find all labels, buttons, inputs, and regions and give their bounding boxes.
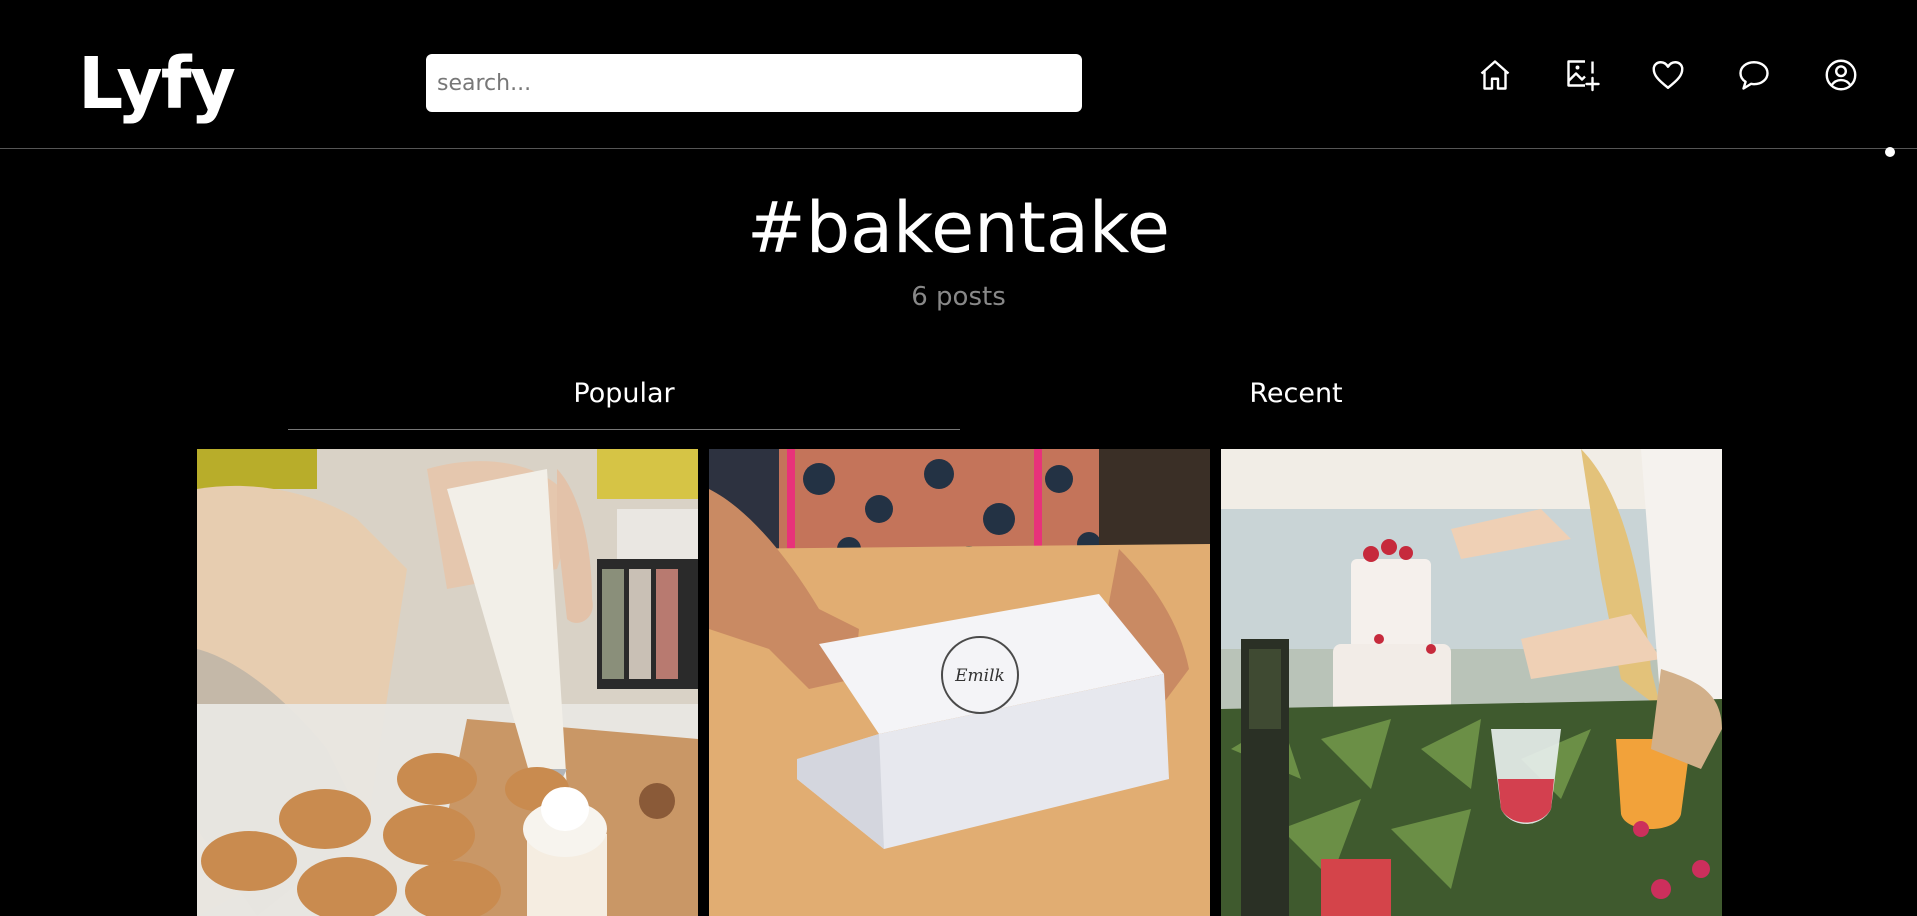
tab-popular[interactable]: Popular bbox=[288, 378, 960, 430]
add-image-icon[interactable] bbox=[1563, 56, 1601, 94]
box-stamp-text: Emilk bbox=[954, 666, 1005, 686]
scroll-indicator bbox=[1885, 147, 1895, 157]
post-thumbnail[interactable]: Emilk bbox=[709, 449, 1210, 916]
decorated-cake-photo bbox=[1221, 449, 1722, 916]
top-navbar: Lyfy bbox=[0, 0, 1917, 149]
post-thumbnail[interactable] bbox=[197, 449, 698, 916]
search-input[interactable] bbox=[426, 54, 1082, 112]
bakery-box-photo: Emilk bbox=[709, 449, 1210, 916]
app-logo[interactable]: Lyfy bbox=[78, 40, 236, 128]
hashtag-title: #bakentake bbox=[747, 187, 1170, 269]
profile-icon[interactable] bbox=[1822, 56, 1860, 94]
home-icon[interactable] bbox=[1476, 56, 1514, 94]
tab-recent[interactable]: Recent bbox=[960, 378, 1632, 430]
chat-icon[interactable] bbox=[1735, 56, 1773, 94]
heart-icon[interactable] bbox=[1649, 56, 1687, 94]
post-count: 6 posts bbox=[911, 282, 1006, 312]
piping-cupcakes-photo bbox=[197, 449, 698, 916]
post-thumbnail[interactable] bbox=[1221, 449, 1722, 916]
